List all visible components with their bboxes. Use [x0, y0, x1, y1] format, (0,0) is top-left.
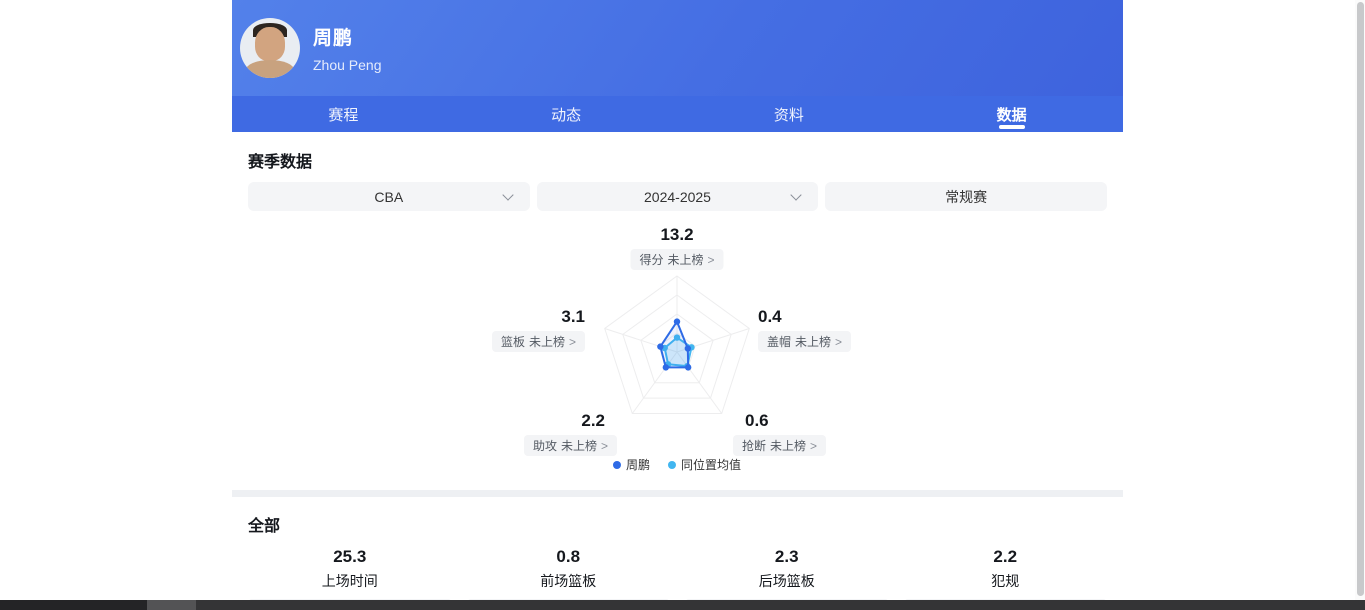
stat-rebounds: 3.1 篮板 未上榜 > — [492, 307, 585, 352]
player-name-en: Zhou Peng — [313, 57, 382, 73]
stat-label: 上场时间 — [322, 571, 378, 591]
tab-news[interactable]: 动态 — [455, 96, 678, 132]
tab-bar: 赛程 动态 资料 数据 — [232, 96, 1123, 132]
stat-value: 25.3 — [333, 546, 366, 568]
avatar-shoulders — [246, 60, 294, 78]
horizontal-scrollbar-track-left — [0, 600, 147, 610]
stat-blocks-value: 0.4 — [758, 307, 782, 327]
stat-rank: 未上榜 — [561, 437, 597, 454]
stat-label: 抢断 — [742, 437, 766, 454]
filter-row: CBA 2024-2025 常规赛 — [232, 182, 1123, 211]
stat-assists-rank-pill[interactable]: 助攻 未上榜 > — [524, 435, 617, 456]
tab-profile-label: 资料 — [774, 104, 804, 125]
stat-label: 前场篮板 — [540, 571, 596, 591]
player-header: 周鹏 Zhou Peng — [232, 0, 1123, 96]
stat-rank: 未上榜 — [529, 333, 565, 350]
tab-news-label: 动态 — [551, 104, 581, 125]
legend-label: 同位置均值 — [681, 456, 741, 473]
radar-chart — [592, 272, 762, 432]
stat-steals-rank-pill[interactable]: 抢断 未上榜 > — [733, 435, 826, 456]
season-section-title: 赛季数据 — [232, 148, 1123, 172]
season-select[interactable]: 2024-2025 — [537, 182, 819, 211]
stat-assists: 2.2 助攻 未上榜 > — [524, 411, 617, 456]
season-select-value: 2024-2025 — [644, 189, 711, 205]
stat-steals-value: 0.6 — [745, 411, 769, 431]
legend-item-player[interactable]: 周鹏 — [613, 456, 650, 473]
radar-legend: 周鹏 同位置均值 — [613, 456, 741, 473]
stat-points: 13.2 得分 未上榜 > — [630, 225, 723, 270]
chevron-right-icon: > — [569, 335, 576, 349]
league-select[interactable]: CBA — [248, 182, 530, 211]
stat-label: 盖帽 — [767, 333, 791, 350]
tab-schedule-label: 赛程 — [328, 104, 358, 125]
stat-label: 篮板 — [501, 333, 525, 350]
page: 周鹏 Zhou Peng 赛程 动态 资料 数据 赛季数据 CBA 2024-2… — [0, 0, 1365, 610]
vertical-scrollbar-thumb[interactable] — [1357, 2, 1364, 596]
vertical-scrollbar[interactable] — [1355, 0, 1365, 600]
stat-label: 得分 — [639, 251, 663, 268]
stat-rebounds-rank-pill[interactable]: 篮板 未上榜 > — [492, 331, 585, 352]
stat-label: 犯规 — [991, 571, 1019, 591]
league-select-value: CBA — [374, 189, 403, 205]
all-section-title: 全部 — [232, 512, 1123, 536]
stat-assists-value: 2.2 — [581, 411, 605, 431]
chevron-right-icon: > — [835, 335, 842, 349]
tab-data[interactable]: 数据 — [900, 96, 1123, 132]
tab-schedule[interactable]: 赛程 — [232, 96, 455, 132]
stat-value: 2.3 — [775, 546, 799, 568]
stat-rank: 未上榜 — [770, 437, 806, 454]
legend-item-position-average[interactable]: 同位置均值 — [668, 456, 741, 473]
section-divider — [232, 490, 1123, 497]
active-tab-indicator — [999, 125, 1025, 129]
radar-chart-section: 13.2 得分 未上榜 > 3.1 篮板 未上榜 > 0.4 盖帽 — [232, 219, 1123, 477]
chevron-right-icon: > — [708, 253, 715, 267]
stat-blocks-rank-pill[interactable]: 盖帽 未上榜 > — [758, 331, 851, 352]
stat-label: 助攻 — [533, 437, 557, 454]
legend-dot-position-average — [668, 461, 676, 469]
chevron-right-icon: > — [601, 439, 608, 453]
stat-rank: 未上榜 — [667, 251, 703, 268]
stat-value: 0.8 — [556, 546, 580, 568]
avatar-face — [255, 27, 285, 61]
player-name: 周鹏 — [313, 23, 382, 50]
stat-rank: 未上榜 — [795, 333, 831, 350]
stat-rebounds-value: 3.1 — [561, 307, 585, 327]
horizontal-scrollbar-thumb[interactable] — [147, 600, 196, 610]
horizontal-scrollbar[interactable] — [0, 600, 1365, 610]
chevron-down-icon — [502, 189, 513, 200]
chevron-down-icon — [791, 189, 802, 200]
stat-value: 2.2 — [993, 546, 1017, 568]
legend-dot-player — [613, 461, 621, 469]
legend-label: 周鹏 — [626, 456, 650, 473]
stat-label: 后场篮板 — [759, 571, 815, 591]
tab-data-label: 数据 — [997, 104, 1027, 125]
stat-steals: 0.6 抢断 未上榜 > — [733, 411, 826, 456]
stat-blocks: 0.4 盖帽 未上榜 > — [758, 307, 851, 352]
stage-select-value: 常规赛 — [945, 187, 987, 207]
stage-select[interactable]: 常规赛 — [825, 182, 1107, 211]
avatar — [240, 18, 300, 78]
tab-profile[interactable]: 资料 — [678, 96, 901, 132]
chevron-right-icon: > — [810, 439, 817, 453]
stat-points-rank-pill[interactable]: 得分 未上榜 > — [630, 249, 723, 270]
stat-points-value: 13.2 — [660, 225, 693, 245]
content-column: 周鹏 Zhou Peng 赛程 动态 资料 数据 赛季数据 CBA 2024-2… — [232, 0, 1123, 610]
